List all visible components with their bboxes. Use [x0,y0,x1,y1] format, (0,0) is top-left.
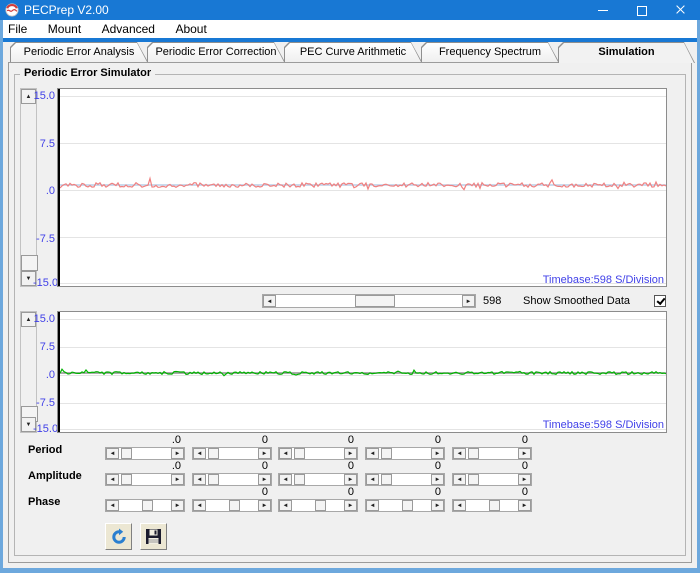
amplitude-value-2: 0 [261,460,268,472]
amplitude-slider-3[interactable] [278,473,358,486]
phase-slider-2[interactable] [192,499,272,512]
chart1-ytick-7.5: 7.5 [39,138,55,150]
menu-about[interactable]: About [167,20,214,38]
maximize-button[interactable] [624,0,658,20]
title-bar[interactable]: PECPrep V2.00 [0,0,700,20]
period-value-4: 0 [434,434,441,446]
phase-value-2: 0 [261,486,268,498]
amplitude-slider-1[interactable] [105,473,185,486]
tab-frequency-spectrum[interactable]: Frequency Spectrum [421,42,559,62]
app-logo-icon [5,3,19,17]
chart2-plot-area [57,311,667,433]
phase-slider-4[interactable] [365,499,445,512]
amplitude-slider-4[interactable] [365,473,445,486]
refresh-button[interactable] [105,523,132,550]
chart2-ytick--15: -15.0 [33,423,59,435]
chart1-plot-area [57,88,667,287]
period-slider-2[interactable] [192,447,272,460]
period-slider-5[interactable] [452,447,532,460]
chart2-trace [60,368,666,377]
tab-pec-curve-arithmetic[interactable]: PEC Curve Arithmetic [284,42,422,62]
phase-label: Phase [28,496,61,508]
chart2-ytick-7.5: 7.5 [39,341,55,353]
period-slider-3[interactable] [278,447,358,460]
phase-value-3: 0 [347,486,354,498]
phase-value-5: 0 [521,486,528,498]
tab-simulation[interactable]: Simulation [558,42,695,63]
window-title: PECPrep V2.00 [24,3,109,17]
refresh-icon [111,528,126,544]
timebase-value: 598 [483,295,502,307]
period-value-2: 0 [261,434,268,446]
chart1-ytick--7.5: -7.5 [36,233,55,245]
chart1-trace [60,176,666,191]
period-slider-4[interactable] [365,447,445,460]
show-smoothed-data-label: Show Smoothed Data [523,295,631,307]
phase-value-4: 0 [434,486,441,498]
chart2-ytick--7.5: -7.5 [36,397,55,409]
window-border-bottom [0,568,700,573]
phase-slider-5[interactable] [452,499,532,512]
timebase-scrollbar-thumb[interactable] [355,295,395,307]
period-value-1: .0 [171,434,181,446]
minimize-button[interactable] [586,0,620,20]
accent-strip [0,38,700,42]
menu-file[interactable]: File [0,20,35,38]
amplitude-value-1: .0 [171,460,181,472]
save-icon [146,529,161,544]
amplitude-label: Amplitude [28,470,82,482]
timebase-scrollbar[interactable] [262,294,476,308]
simulator-groupbox-title: Periodic Error Simulator [20,67,156,79]
amplitude-value-3: 0 [347,460,354,472]
save-button[interactable] [140,523,167,550]
period-slider-1[interactable] [105,447,185,460]
amplitude-value-5: 0 [521,460,528,472]
amplitude-slider-5[interactable] [452,473,532,486]
app-window: PECPrep V2.00 File Mount Advanced About … [0,0,700,573]
close-button[interactable] [663,0,697,20]
period-value-5: 0 [521,434,528,446]
phase-slider-1[interactable] [105,499,185,512]
chart2-ytick-0: .0 [45,369,55,381]
phase-slider-3[interactable] [278,499,358,512]
period-value-3: 0 [347,434,354,446]
tab-periodic-error-correction[interactable]: Periodic Error Correction [147,42,285,62]
chart1-vscroll-thumb[interactable] [21,255,38,271]
menu-mount[interactable]: Mount [40,20,89,38]
chart1-ytick-0: .0 [45,185,55,197]
amplitude-slider-2[interactable] [192,473,272,486]
chart2-timebase-label: Timebase:598 S/Division [542,419,664,431]
chart1-timebase-label: Timebase:598 S/Division [542,274,664,286]
show-smoothed-data-checkbox[interactable] [654,295,666,307]
chart2-ytick-15: 15.0 [33,313,55,325]
chart1-ytick--15: -15.0 [33,277,59,289]
menu-advanced[interactable]: Advanced [94,20,163,38]
period-label: Period [28,444,63,456]
menu-bar: File Mount Advanced About [0,20,700,38]
tab-periodic-error-analysis[interactable]: Periodic Error Analysis [10,42,148,62]
chart1-ytick-15: 15.0 [33,90,55,102]
amplitude-value-4: 0 [434,460,441,472]
window-border-left [0,20,3,573]
